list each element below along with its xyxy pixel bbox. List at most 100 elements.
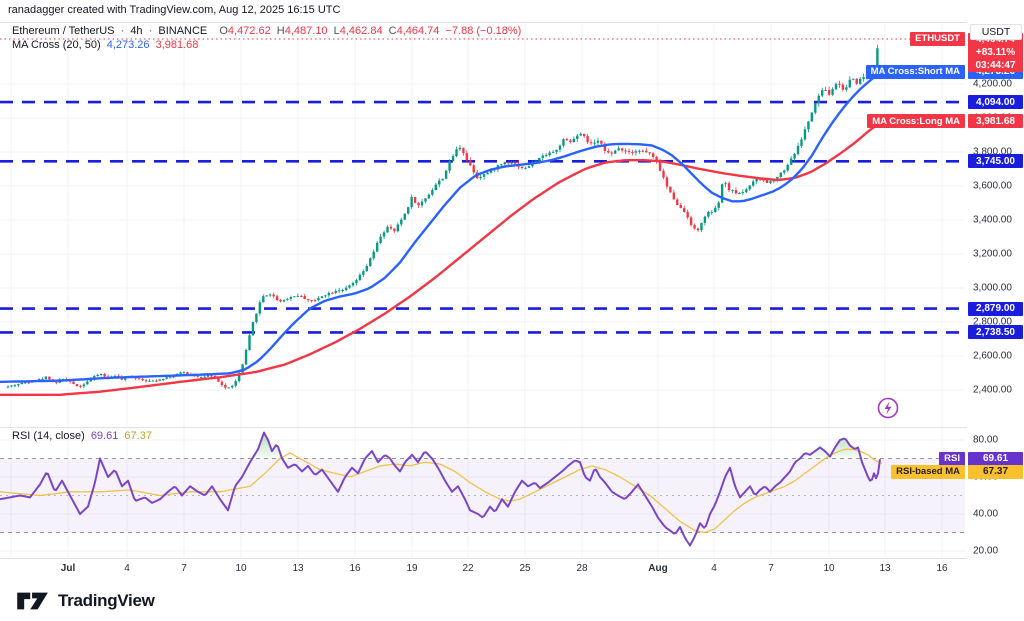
- price-levels: [0, 102, 965, 332]
- candle: [693, 223, 695, 229]
- change-value: −7.88 (−0.18%): [445, 25, 521, 37]
- flash-button[interactable]: [879, 399, 898, 418]
- tradingview-logo-text: TradingView: [58, 591, 155, 611]
- currency-label[interactable]: USDT: [970, 24, 1022, 40]
- rsi-legend: RSI (14, close) 69.61 67.37: [12, 430, 155, 442]
- plot-area: [0, 22, 965, 558]
- candle: [680, 203, 682, 208]
- candle: [262, 294, 264, 302]
- candle: [445, 170, 447, 180]
- candle: [331, 292, 333, 294]
- candle: [245, 348, 247, 365]
- candle: [649, 152, 651, 155]
- candle: [259, 300, 261, 316]
- candle: [631, 150, 633, 156]
- chart-panes-svg[interactable]: [0, 0, 1024, 621]
- candle: [545, 153, 547, 157]
- candle: [745, 188, 747, 193]
- candle: [252, 322, 254, 336]
- axis-value-label: 69.61: [968, 452, 1023, 466]
- candle: [407, 207, 409, 215]
- candle: [431, 188, 433, 196]
- time-label: 16: [349, 563, 360, 574]
- candle: [379, 234, 381, 244]
- candle: [100, 373, 102, 376]
- time-label: 4: [711, 563, 717, 574]
- candle: [335, 289, 337, 294]
- time-axis[interactable]: Jul4710131619222528Aug47101316: [0, 558, 967, 580]
- candle: [272, 293, 274, 299]
- candle: [359, 273, 361, 281]
- candle: [235, 379, 237, 387]
- time-label: 19: [406, 563, 417, 574]
- candle: [428, 193, 430, 199]
- candle: [97, 374, 99, 377]
- candle: [338, 288, 340, 294]
- high-value: 4,487.10: [285, 25, 328, 37]
- candle: [324, 295, 326, 298]
- pane-separator: [0, 427, 1024, 428]
- interval-label: 4h: [130, 25, 142, 37]
- candle: [469, 157, 471, 166]
- candle: [573, 136, 575, 142]
- ma-cross-legend: MA Cross (20, 50) 4,273.26 3,981.68: [12, 39, 201, 51]
- candle: [614, 150, 616, 154]
- candle: [849, 76, 851, 88]
- price-tick: 40.00: [973, 509, 998, 520]
- candle: [224, 383, 226, 389]
- tradingview-snapshot: ranadagger created with TradingView.com,…: [0, 0, 1024, 621]
- symbol-tag: ETHUSDT: [910, 32, 965, 46]
- candle: [666, 176, 668, 190]
- candle: [721, 184, 723, 204]
- candle: [780, 172, 782, 179]
- candle: [404, 213, 406, 220]
- axis-value-label: 2,879.00: [968, 302, 1023, 316]
- price-tick: 3,600.00: [973, 181, 1012, 192]
- rsi-legend-value: 69.61: [91, 430, 119, 442]
- price-axis[interactable]: USDT 4,464.74 +83.11% 03:44:47 4,200.004…: [967, 22, 1024, 580]
- time-label: 10: [823, 563, 834, 574]
- candle: [569, 139, 571, 144]
- time-label: Jul: [61, 563, 75, 574]
- rsi-legend-label: RSI (14, close): [12, 430, 85, 442]
- candle: [787, 164, 789, 173]
- long-ma-line: [0, 123, 880, 395]
- axis-value-label: 3,981.68: [968, 114, 1023, 128]
- candle: [317, 296, 319, 301]
- rsi-ma-tag: RSI-based MA: [891, 465, 965, 479]
- candle: [783, 170, 785, 175]
- close-value: 4,464.74: [397, 25, 440, 37]
- candle: [718, 201, 720, 211]
- candle: [369, 257, 371, 267]
- candle: [700, 222, 702, 232]
- candle: [690, 216, 692, 227]
- candle: [597, 138, 599, 146]
- candle: [528, 165, 530, 168]
- candle: [366, 264, 368, 272]
- candle: [479, 175, 481, 180]
- time-label: Aug: [648, 563, 667, 574]
- exchange-label: BINANCE: [158, 25, 207, 37]
- price-tick: 80.00: [973, 435, 998, 446]
- candle: [14, 384, 16, 387]
- candle: [455, 147, 457, 158]
- candle: [831, 87, 833, 96]
- candle: [283, 299, 285, 302]
- candle: [735, 187, 737, 194]
- candle: [862, 73, 864, 81]
- candle: [704, 216, 706, 226]
- long-ma-tag: MA Cross:Long MA: [867, 114, 965, 128]
- candle: [310, 300, 312, 303]
- candle: [628, 149, 630, 155]
- candle: [276, 295, 278, 302]
- time-label: 7: [181, 563, 187, 574]
- candle: [521, 166, 523, 169]
- time-label: 13: [879, 563, 890, 574]
- candle: [676, 198, 678, 205]
- ma-long-value: 3,981.68: [156, 39, 199, 51]
- candle: [7, 386, 9, 389]
- tradingview-logo[interactable]: TradingView: [16, 588, 155, 614]
- short-ma-tag: MA Cross:Short MA: [866, 65, 965, 79]
- axis-value-label: 3,745.00: [968, 154, 1023, 168]
- candle: [314, 299, 316, 303]
